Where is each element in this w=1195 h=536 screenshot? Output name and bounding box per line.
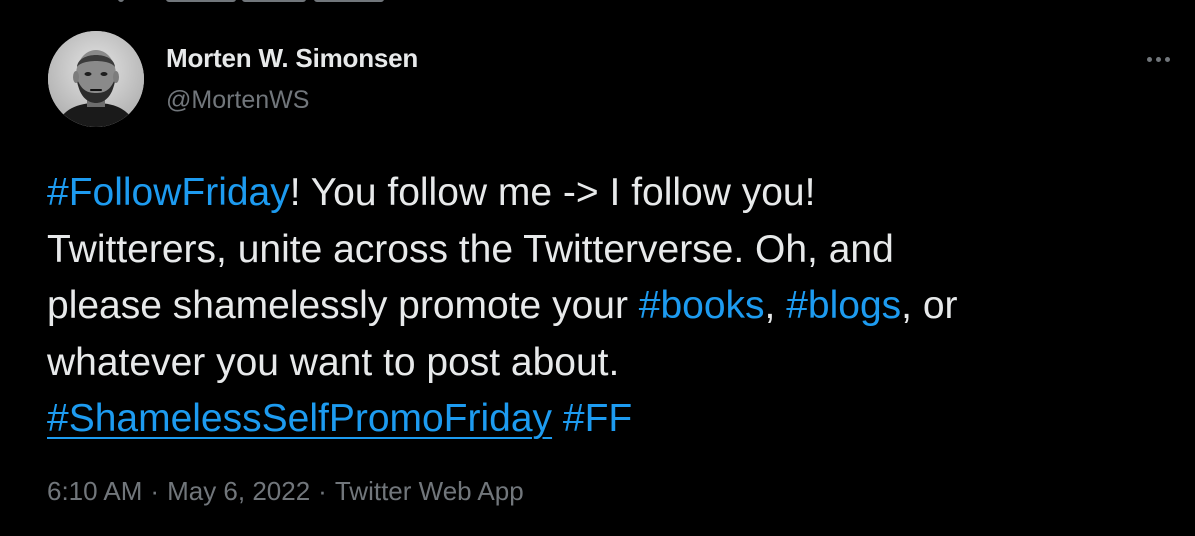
- avatar-photo: [48, 31, 144, 127]
- tweet-text-line: Twitterers, unite across the Twittervers…: [47, 222, 1167, 279]
- hashtag-blogs-link[interactable]: #blogs: [786, 284, 901, 327]
- hashtag-ff-link[interactable]: #FF: [563, 397, 632, 440]
- meta-separator: ·: [318, 476, 327, 506]
- tweet: Morten W. Simonsen @MortenWS #FollowFrid…: [0, 0, 1195, 536]
- tweet-text-line: please shamelessly promote your #books , …: [47, 278, 1167, 335]
- avatar[interactable]: [48, 31, 144, 127]
- tweet-text-segment: whatever you want to post about.: [47, 340, 620, 384]
- more-options-button[interactable]: [1138, 44, 1178, 74]
- tweet-text: #FollowFriday! You follow me -> I follow…: [47, 165, 1167, 448]
- more-horizontal-icon-dot: [1155, 56, 1161, 62]
- meta-separator: ·: [150, 476, 160, 506]
- hashtag-followfriday-link[interactable]: #FollowFriday: [47, 171, 290, 214]
- tweet-text-line: #ShamelessSelfPromoFriday #FF: [47, 391, 1167, 448]
- tweet-time[interactable]: 6:10 AM: [47, 476, 142, 506]
- tweet-text-line: whatever you want to post about.: [47, 335, 1167, 392]
- tweet-text-segment: Twitterers, unite across the Twittervers…: [47, 227, 894, 271]
- tweet-text-line: #FollowFriday! You follow me -> I follow…: [47, 165, 1167, 222]
- tweet-text-segment: ,: [764, 284, 787, 327]
- more-horizontal-icon: [1146, 56, 1152, 62]
- tweet-text-segment: please shamelessly promote your: [47, 284, 639, 327]
- tweet-metadata: 6:10 AM · May 6, 2022 · Twitter Web App: [47, 476, 524, 507]
- tweet-text-segment: [552, 397, 563, 440]
- hashtag-books-link[interactable]: #books: [639, 284, 765, 327]
- tweet-source-link[interactable]: Twitter Web App: [335, 476, 524, 506]
- author-handle[interactable]: @MortenWS: [166, 86, 309, 115]
- more-horizontal-icon-dot: [1164, 56, 1170, 62]
- tweet-text-segment: ! You follow me -> I follow you!: [289, 171, 816, 214]
- author-display-name[interactable]: Morten W. Simonsen: [166, 43, 418, 74]
- tweet-date[interactable]: May 6, 2022: [167, 476, 310, 506]
- tweet-text-segment: , or: [901, 284, 958, 327]
- hashtag-shamelessselfpromofriday-link[interactable]: #ShamelessSelfPromoFriday: [47, 397, 552, 440]
